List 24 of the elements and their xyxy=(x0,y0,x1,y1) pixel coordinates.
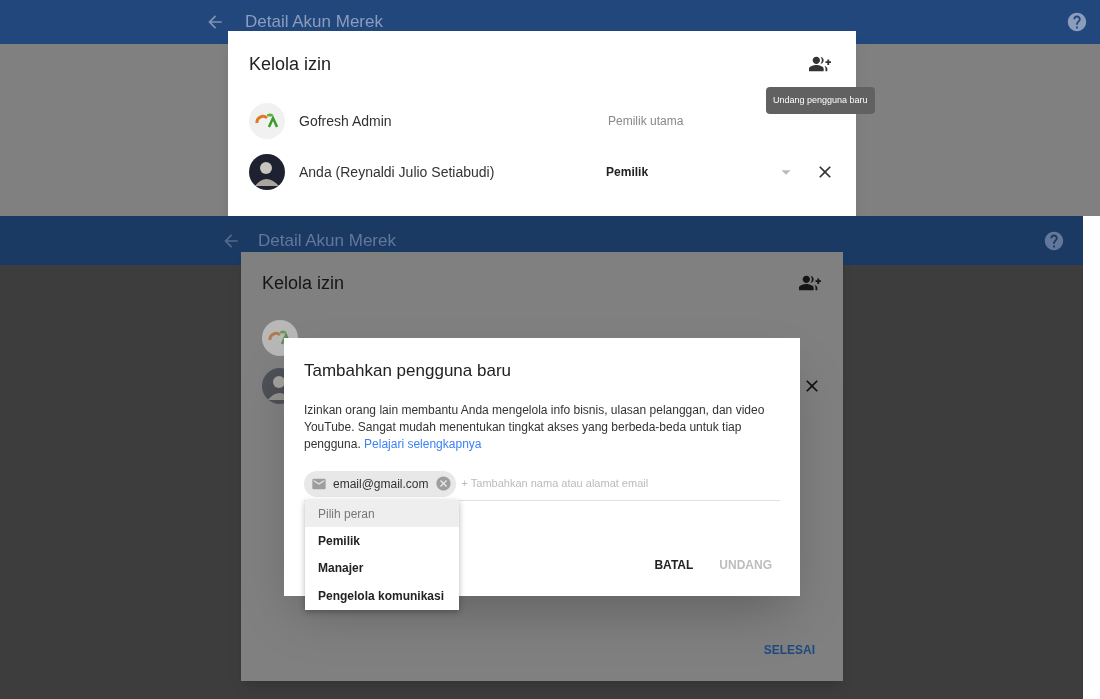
menu-item[interactable]: Manajer xyxy=(305,554,459,581)
member-name: Anda (Reynaldi Julio Setiabudi) xyxy=(299,162,496,182)
app-bar-title: Detail Akun Merek xyxy=(258,229,396,252)
invite-dialog-title: Tambahkan pengguna baru xyxy=(304,360,512,382)
logo-avatar xyxy=(249,103,285,139)
menu-item[interactable]: Pilih peran xyxy=(305,500,459,527)
help-icon[interactable] xyxy=(1066,11,1088,33)
input-field[interactable]: + Tambahkan nama atau alamat email xyxy=(461,475,780,492)
help-icon[interactable] xyxy=(1043,229,1065,252)
role-select[interactable]: Pemilik xyxy=(606,163,775,181)
tooltip: Undang pengguna baru xyxy=(766,87,875,114)
menu-item[interactable]: Pemilik xyxy=(305,527,459,554)
description: Izinkan orang lain membantu Anda mengelola info bisnis, ulasan pelanggan, dan video YouTube. Sangat mudah menentukan tingkat akses yang berbeda-beda untuk tiap pengguna. Pelajari selengkapnya xyxy=(304,401,766,453)
app-bar-title: Detail Akun Merek xyxy=(245,11,383,34)
dialog-button[interactable]: BATAL xyxy=(654,556,694,574)
dialog-title: Kelola izin xyxy=(262,271,345,295)
remove-icon[interactable] xyxy=(434,475,452,492)
role-label: Pemilik utama xyxy=(608,113,684,130)
dialog-title: Kelola izin xyxy=(249,52,332,76)
menu-item[interactable]: Pengelola komunikasi xyxy=(305,581,459,610)
member-name: Gofresh Admin xyxy=(299,111,393,131)
chip-text: email@gmail.com xyxy=(333,475,429,493)
learn-more-link[interactable]: Pelajari selengkapnya xyxy=(364,436,482,451)
avatar xyxy=(249,154,285,190)
